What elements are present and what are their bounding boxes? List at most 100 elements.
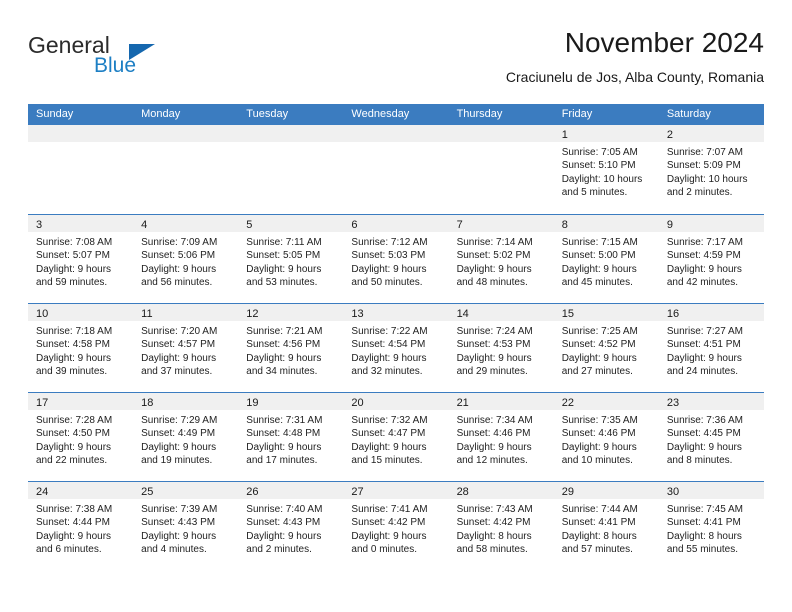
calendar-day-cell[interactable]: 13 Sunrise: 7:22 AM Sunset: 4:54 PM Dayl… [343,304,449,392]
brand-name-blue: Blue [94,54,137,77]
calendar-day-cell[interactable]: 4 Sunrise: 7:09 AM Sunset: 5:06 PM Dayli… [133,215,239,303]
calendar-day-cell[interactable] [238,125,344,214]
calendar-day-cell[interactable]: 3 Sunrise: 7:08 AM Sunset: 5:07 PM Dayli… [28,215,134,303]
day-number: 10 [36,308,49,320]
daylight-text-line1: Daylight: 9 hours [141,352,217,364]
daylight-text-line1: Daylight: 9 hours [246,263,322,275]
calendar-week-row: 1 Sunrise: 7:05 AM Sunset: 5:10 PM Dayli… [28,125,764,214]
day-details: Sunrise: 7:12 AM Sunset: 5:03 PM Dayligh… [343,232,448,290]
calendar-day-cell[interactable]: 16 Sunrise: 7:27 AM Sunset: 4:51 PM Dayl… [658,304,764,392]
day-number: 11 [141,308,153,320]
daylight-text-line2: and 8 minutes. [666,455,733,467]
calendar-day-cell[interactable]: 11 Sunrise: 7:20 AM Sunset: 4:57 PM Dayl… [133,304,239,392]
sunset-text: Sunset: 4:46 PM [456,428,531,440]
sunset-text: Sunset: 4:41 PM [561,517,636,529]
calendar-day-cell[interactable]: 5 Sunrise: 7:11 AM Sunset: 5:05 PM Dayli… [238,215,344,303]
daylight-text-line2: and 50 minutes. [351,277,423,289]
calendar-day-cell[interactable]: 22 Sunrise: 7:35 AM Sunset: 4:46 PM Dayl… [553,393,659,481]
calendar-day-cell[interactable]: 1 Sunrise: 7:05 AM Sunset: 5:10 PM Dayli… [553,125,659,214]
calendar-day-cell[interactable]: 2 Sunrise: 7:07 AM Sunset: 5:09 PM Dayli… [658,125,764,214]
daylight-text-line1: Daylight: 9 hours [246,352,322,364]
day-details: Sunrise: 7:35 AM Sunset: 4:46 PM Dayligh… [554,410,659,468]
weekday-header-wednesday: Wednesday [351,108,410,120]
daylight-text-line1: Daylight: 9 hours [561,352,637,364]
day-details: Sunrise: 7:14 AM Sunset: 5:02 PM Dayligh… [449,232,554,290]
calendar-day-cell[interactable]: 8 Sunrise: 7:15 AM Sunset: 5:00 PM Dayli… [553,215,659,303]
day-number: 2 [666,129,673,141]
daylight-text-line2: and 57 minutes. [561,544,633,556]
day-details: Sunrise: 7:38 AM Sunset: 4:44 PM Dayligh… [28,499,133,557]
day-details: Sunrise: 7:44 AM Sunset: 4:41 PM Dayligh… [554,499,659,557]
daylight-text-line1: Daylight: 9 hours [666,441,742,453]
calendar-day-cell[interactable]: 21 Sunrise: 7:34 AM Sunset: 4:46 PM Dayl… [448,393,554,481]
day-details: Sunrise: 7:39 AM Sunset: 4:43 PM Dayligh… [133,499,238,557]
sunset-text: Sunset: 4:44 PM [36,517,110,529]
calendar-day-cell[interactable]: 30 Sunrise: 7:45 AM Sunset: 4:41 PM Dayl… [658,482,764,570]
sunset-text: Sunset: 4:54 PM [351,339,426,351]
sunrise-text: Sunrise: 7:39 AM [141,504,218,515]
calendar-day-cell[interactable]: 6 Sunrise: 7:12 AM Sunset: 5:03 PM Dayli… [343,215,449,303]
day-number: 26 [246,486,259,498]
brand-logo[interactable]: General Blue [28,32,258,90]
day-details: Sunrise: 7:07 AM Sunset: 5:09 PM Dayligh… [659,142,764,200]
sunrise-text: Sunrise: 7:40 AM [246,504,323,515]
calendar-day-cell[interactable]: 24 Sunrise: 7:38 AM Sunset: 4:44 PM Dayl… [28,482,134,570]
calendar-day-cell[interactable]: 28 Sunrise: 7:43 AM Sunset: 4:42 PM Dayl… [448,482,554,570]
sunrise-text: Sunrise: 7:43 AM [456,504,533,515]
page-title: November 2024 [564,27,764,58]
day-number: 25 [141,486,154,498]
calendar-day-cell[interactable]: 26 Sunrise: 7:40 AM Sunset: 4:43 PM Dayl… [238,482,344,570]
weekday-header-saturday: Saturday [666,108,711,120]
calendar-day-cell[interactable]: 10 Sunrise: 7:18 AM Sunset: 4:58 PM Dayl… [28,304,134,392]
daylight-text-line2: and 56 minutes. [141,277,213,289]
calendar-day-cell[interactable]: 15 Sunrise: 7:25 AM Sunset: 4:52 PM Dayl… [553,304,659,392]
sunrise-text: Sunrise: 7:28 AM [36,415,113,426]
daylight-text-line2: and 45 minutes. [561,277,633,289]
calendar-day-cell[interactable]: 23 Sunrise: 7:36 AM Sunset: 4:45 PM Dayl… [658,393,764,481]
sunset-text: Sunset: 5:10 PM [561,160,636,172]
sunrise-text: Sunrise: 7:15 AM [561,237,638,248]
sunset-text: Sunset: 4:53 PM [456,339,531,351]
calendar-day-cell[interactable]: 14 Sunrise: 7:24 AM Sunset: 4:53 PM Dayl… [448,304,554,392]
day-number: 29 [561,486,574,498]
weekday-header-monday: Monday [141,108,181,120]
calendar-day-cell[interactable] [448,125,554,214]
calendar-day-cell[interactable]: 29 Sunrise: 7:44 AM Sunset: 4:41 PM Dayl… [553,482,659,570]
calendar-day-cell[interactable]: 17 Sunrise: 7:28 AM Sunset: 4:50 PM Dayl… [28,393,134,481]
calendar-day-cell[interactable]: 25 Sunrise: 7:39 AM Sunset: 4:43 PM Dayl… [133,482,239,570]
daylight-text-line2: and 6 minutes. [36,544,102,556]
calendar-day-cell[interactable] [133,125,239,214]
calendar-day-cell[interactable]: 27 Sunrise: 7:41 AM Sunset: 4:42 PM Dayl… [343,482,449,570]
calendar-day-cell[interactable]: 20 Sunrise: 7:32 AM Sunset: 4:47 PM Dayl… [343,393,449,481]
daylight-text-line1: Daylight: 9 hours [666,352,742,364]
sunset-text: Sunset: 4:59 PM [666,250,741,262]
calendar-day-cell[interactable]: 18 Sunrise: 7:29 AM Sunset: 4:49 PM Dayl… [133,393,239,481]
sunset-text: Sunset: 4:46 PM [561,428,636,440]
sunrise-text: Sunrise: 7:21 AM [246,326,323,337]
calendar-day-cell[interactable] [28,125,134,214]
sunset-text: Sunset: 4:45 PM [666,428,741,440]
sunrise-text: Sunrise: 7:25 AM [561,326,638,337]
daylight-text-line2: and 53 minutes. [246,277,318,289]
daylight-text-line2: and 22 minutes. [36,455,108,467]
daylight-text-line2: and 12 minutes. [456,455,528,467]
sunrise-text: Sunrise: 7:35 AM [561,415,638,426]
daylight-text-line1: Daylight: 9 hours [351,530,427,542]
daylight-text-line1: Daylight: 9 hours [456,441,532,453]
calendar-day-cell[interactable]: 7 Sunrise: 7:14 AM Sunset: 5:02 PM Dayli… [448,215,554,303]
calendar-page: General Blue November 2024 Craciunelu de… [0,0,792,612]
daylight-text-line2: and 17 minutes. [246,455,318,467]
day-details: Sunrise: 7:09 AM Sunset: 5:06 PM Dayligh… [133,232,238,290]
day-number: 16 [666,308,680,320]
day-number: 15 [561,308,574,320]
calendar-day-cell[interactable]: 19 Sunrise: 7:31 AM Sunset: 4:48 PM Dayl… [238,393,344,481]
day-number: 7 [456,219,463,231]
day-details: Sunrise: 7:28 AM Sunset: 4:50 PM Dayligh… [28,410,133,468]
day-details: Sunrise: 7:29 AM Sunset: 4:49 PM Dayligh… [133,410,238,468]
calendar-day-cell[interactable]: 9 Sunrise: 7:17 AM Sunset: 4:59 PM Dayli… [658,215,764,303]
sunrise-text: Sunrise: 7:34 AM [456,415,533,426]
calendar-day-cell[interactable] [343,125,449,214]
sunset-text: Sunset: 4:49 PM [141,428,216,440]
calendar-day-cell[interactable]: 12 Sunrise: 7:21 AM Sunset: 4:56 PM Dayl… [238,304,344,392]
day-number: 3 [36,219,43,231]
